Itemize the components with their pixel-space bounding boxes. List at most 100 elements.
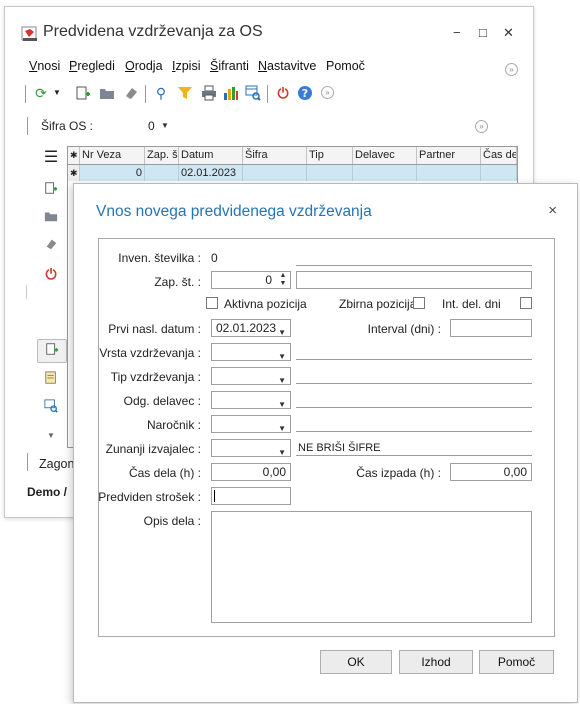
cas-dela-label: Čas dela (h) : — [128, 466, 201, 480]
grid-cell[interactable] — [481, 165, 517, 181]
print-icon[interactable] — [201, 85, 217, 101]
collapse-menu-icon[interactable]: » — [505, 63, 518, 76]
stepper-arrows-icon[interactable]: ▲ ▼ — [278, 272, 288, 288]
collapse-filter-icon[interactable]: » — [475, 120, 488, 133]
menu-nastavitve[interactable]: Nastavitve — [258, 59, 316, 73]
grid-cell[interactable] — [353, 165, 417, 181]
grid-cell[interactable]: 0 — [80, 165, 145, 181]
filter-grip — [27, 117, 28, 135]
column-header[interactable]: Čas de — [481, 147, 517, 164]
pomoc-button[interactable]: Pomoč — [479, 650, 554, 674]
find-in-table-icon[interactable] — [245, 85, 261, 101]
demo-label: Demo / — [27, 485, 68, 499]
inven-stevilka-underline — [296, 265, 532, 266]
column-header[interactable]: Nr Veza — [80, 147, 145, 164]
menu-orodja[interactable]: Orodja — [125, 59, 163, 73]
grid-cell[interactable] — [417, 165, 481, 181]
title-bar: Predvidena vzdrževanja za OS − □ ✕ — [5, 7, 533, 57]
power-icon[interactable]: ⏻ — [37, 263, 65, 285]
menu-sifranti[interactable]: Šifranti — [210, 59, 249, 73]
status-grip — [27, 453, 28, 471]
table-row[interactable]: ✱ 0 02.01.2023 — [68, 165, 517, 181]
column-header[interactable]: Tip — [307, 147, 353, 164]
eraser-icon[interactable] — [37, 235, 65, 257]
predviden-strosek-label: Predviden strošek : — [98, 490, 201, 504]
grid-cell[interactable] — [145, 165, 179, 181]
menu-izpisi[interactable]: Izpisi — [172, 59, 201, 73]
menu-pomoc[interactable]: Pomoč — [326, 59, 365, 73]
find-in-table-icon[interactable] — [37, 397, 65, 419]
column-header[interactable]: Delavec — [353, 147, 417, 164]
collapse-icon[interactable]: » — [321, 86, 334, 99]
form-panel: Inven. številka : 0 Zap. št. : 0 ▲ ▼ Akti… — [98, 238, 555, 637]
toolbar-separator — [267, 85, 268, 103]
zunanji-izvajalec-select[interactable]: ▼ — [211, 439, 291, 457]
grid-cell[interactable] — [243, 165, 307, 181]
sifra-os-dropdown-icon[interactable]: ▼ — [161, 121, 169, 130]
refresh-icon[interactable]: ⟳ — [33, 85, 49, 101]
zap-st-stepper[interactable]: 0 ▲ ▼ — [211, 271, 291, 289]
close-button[interactable]: ✕ — [503, 25, 514, 41]
eraser-icon[interactable] — [123, 85, 139, 101]
tip-vzdrzevanja-select[interactable]: ▼ — [211, 367, 291, 385]
opis-dela-textarea[interactable] — [211, 511, 532, 623]
odg-delavec-select[interactable]: ▼ — [211, 391, 291, 409]
folder-icon[interactable] — [99, 85, 115, 101]
narocnik-select[interactable]: ▼ — [211, 415, 291, 433]
svg-text:?: ? — [302, 87, 308, 100]
odg-delavec-label: Odg. delavec : — [123, 394, 201, 408]
search-icon[interactable]: ⚲ — [153, 85, 169, 101]
folder-icon[interactable] — [37, 207, 65, 229]
izhod-button[interactable]: Izhod — [399, 650, 473, 674]
int-del-dni-checkbox[interactable] — [520, 297, 532, 309]
aktivna-pozicija-label: Aktivna pozicija — [224, 297, 307, 311]
refresh-dropdown-icon[interactable]: ▼ — [49, 85, 65, 101]
narocnik-label: Naročnik : — [146, 418, 201, 432]
more-dropdown-icon[interactable]: ▼ — [37, 425, 65, 447]
zunanji-izvajalec-description — [296, 455, 532, 456]
chart-icon[interactable] — [223, 85, 239, 101]
power-icon[interactable]: ⏻ — [275, 85, 291, 101]
dialog-close-icon[interactable]: × — [548, 202, 557, 219]
interval-input[interactable] — [450, 319, 532, 337]
help-icon[interactable]: ? — [297, 85, 313, 101]
zbirna-pozicija-checkbox[interactable] — [413, 297, 425, 309]
filter-icon[interactable] — [177, 85, 193, 101]
menu-bar: Vnosi Pregledi Orodja Izpisi Šifranti Na… — [5, 59, 533, 79]
column-header[interactable]: Šifra — [243, 147, 307, 164]
column-header[interactable]: Zap. š — [145, 147, 179, 164]
add-record-icon[interactable] — [37, 339, 67, 363]
inven-stevilka-value: 0 — [211, 251, 218, 265]
chevron-down-icon: ▼ — [278, 352, 286, 361]
vrsta-vzdrzevanja-label: Vrsta vzdrževanja : — [99, 346, 201, 360]
grid-cell[interactable]: 02.01.2023 — [179, 165, 243, 181]
hamburger-menu-icon[interactable]: ☰ — [37, 147, 65, 169]
predviden-strosek-input[interactable] — [211, 487, 291, 505]
grid-cell[interactable] — [307, 165, 353, 181]
cas-dela-input[interactable]: 0,00 — [211, 463, 291, 481]
zunanji-izvajalec-label: Zunanji izvajalec : — [105, 442, 201, 456]
edit-record-icon[interactable] — [37, 369, 65, 391]
dialog-window: Vnos novega predvidenega vzdrževanja × I… — [73, 183, 578, 703]
tip-vzdrzevanja-description — [296, 383, 532, 384]
aktivna-pozicija-checkbox[interactable] — [206, 297, 218, 309]
minimize-button[interactable]: − — [453, 25, 461, 40]
vrsta-vzdrzevanja-select[interactable]: ▼ — [211, 343, 291, 361]
zunanji-izvajalec-note: NE BRIŠI ŠIFRE — [298, 442, 381, 454]
opis-dela-label: Opis dela : — [143, 514, 201, 528]
window-title: Predvidena vzdrževanja za OS — [43, 23, 263, 40]
toolbar-grip — [25, 85, 26, 103]
column-header[interactable]: Partner — [417, 147, 481, 164]
prvi-nasl-datum-picker[interactable]: 02.01.2023 ▼ — [211, 319, 291, 337]
menu-pregledi[interactable]: Pregledi — [69, 59, 115, 73]
column-header[interactable]: Datum — [179, 147, 243, 164]
new-record-icon[interactable] — [37, 179, 65, 201]
sifra-os-value[interactable]: 0 — [148, 119, 155, 133]
zap-st-description[interactable] — [296, 271, 532, 289]
menu-vnosi[interactable]: Vnosi — [29, 59, 60, 73]
row-indicator: ✱ — [68, 165, 80, 181]
new-record-icon[interactable] — [75, 85, 91, 101]
cas-izpada-input[interactable]: 0,00 — [450, 463, 532, 481]
maximize-button[interactable]: □ — [479, 25, 487, 40]
ok-button[interactable]: OK — [320, 650, 392, 674]
